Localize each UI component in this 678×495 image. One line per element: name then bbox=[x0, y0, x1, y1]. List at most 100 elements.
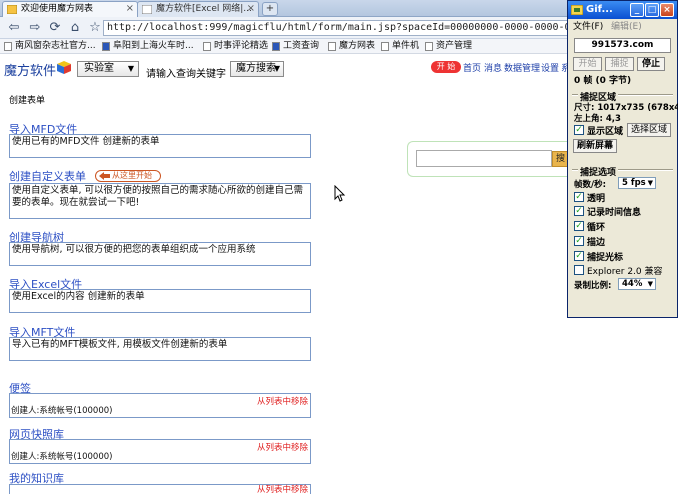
page-edge bbox=[673, 318, 678, 490]
nav-link-home[interactable]: 首页 bbox=[463, 61, 481, 74]
checkmark-icon: ✓ bbox=[574, 236, 584, 246]
remove-from-list-link[interactable]: 从列表中移除 bbox=[257, 483, 308, 495]
gif-recorder-window: Gif... _ □ × 文件(F) 编辑(E) 991573.com 开始 捕… bbox=[567, 0, 678, 318]
scale-select[interactable]: 44% ▼ bbox=[618, 278, 656, 290]
capture-cursor-checkbox[interactable]: ✓ 捕捉光标 bbox=[574, 250, 623, 263]
close-icon[interactable]: × bbox=[660, 3, 674, 17]
star-icon[interactable]: ☆ bbox=[86, 19, 104, 37]
record-time-checkbox[interactable]: ✓ 记录时间信息 bbox=[574, 205, 641, 218]
menu-file[interactable]: 文件(F) bbox=[573, 20, 603, 34]
bookmark-item[interactable]: 单件机 bbox=[381, 39, 419, 53]
bookmark-item[interactable]: 时事评论精选 bbox=[203, 39, 268, 53]
checkmark-icon: ✓ bbox=[574, 221, 584, 231]
bookmark-label: 资产管理 bbox=[436, 41, 473, 51]
option-label: 循环 bbox=[587, 223, 606, 233]
bookmark-icon bbox=[4, 42, 12, 51]
floating-search-input[interactable] bbox=[416, 150, 552, 167]
bookmark-label: 魔方网表 bbox=[339, 41, 376, 51]
show-area-checkbox[interactable]: ✓ 显示区域 bbox=[574, 124, 623, 137]
remove-from-list-link[interactable]: 从列表中移除 bbox=[257, 395, 308, 407]
show-area-label: 显示区域 bbox=[587, 127, 624, 137]
scale-value: 44% bbox=[622, 279, 643, 289]
gif-menu-bar: 文件(F) 编辑(E) bbox=[568, 20, 677, 34]
tab-welcome-label: 欢迎使用魔方网表 bbox=[21, 4, 94, 14]
capture-button[interactable]: 捕捉 bbox=[605, 57, 634, 71]
tab-welcome[interactable]: 欢迎使用魔方网表 × bbox=[2, 1, 138, 17]
bookmark-icon bbox=[328, 42, 336, 51]
chevron-down-icon: ▼ bbox=[127, 64, 134, 73]
bookmark-item[interactable]: 工资查询 bbox=[272, 39, 319, 53]
tab-magic-soft-label: 魔方软件[Excel 网络|... bbox=[156, 4, 252, 14]
option-label: 捕捉光标 bbox=[587, 253, 624, 263]
loop-checkbox[interactable]: ✓ 循环 bbox=[574, 220, 605, 233]
outline-checkbox[interactable]: ✓ 描边 bbox=[574, 235, 605, 248]
start-here-badge: 从这里开始 bbox=[95, 170, 161, 182]
explorer-compat-checkbox[interactable]: Explorer 2.0 兼容 bbox=[574, 264, 663, 277]
fps-select[interactable]: 5 fps ▼ bbox=[618, 177, 656, 189]
left-arrow-icon bbox=[99, 172, 110, 180]
start-record-button[interactable]: 开始 bbox=[573, 57, 602, 71]
magic-search-label: 魔方搜索 bbox=[236, 63, 276, 74]
minimize-icon[interactable]: _ bbox=[630, 3, 644, 17]
bookmark-label: 阜阳到上海火车时... bbox=[113, 41, 194, 51]
favorite-card: 从列表中移除 创建人:系统帐号(100000) bbox=[9, 439, 311, 464]
bookmark-label: 时事评论精选 bbox=[214, 41, 269, 51]
new-tab-button[interactable]: + bbox=[262, 2, 278, 16]
bookmark-icon bbox=[425, 42, 433, 51]
page-title: 创建表单 bbox=[9, 96, 46, 106]
nav-link-settings[interactable]: 设置 bbox=[541, 61, 559, 74]
option-label: Explorer 2.0 兼容 bbox=[587, 267, 663, 277]
checkmark-icon: ✓ bbox=[574, 206, 584, 216]
checkmark-icon: ✓ bbox=[574, 192, 584, 202]
creator-text: 创建人:系统帐号(100000) bbox=[11, 452, 113, 462]
cube-logo-icon bbox=[57, 61, 71, 74]
nav-link-messages[interactable]: 消息 bbox=[484, 61, 502, 74]
bookmark-label: 工资查询 bbox=[283, 41, 320, 51]
fps-value: 5 fps bbox=[622, 178, 646, 188]
refresh-icon[interactable]: ⟳ bbox=[46, 19, 64, 37]
close-icon[interactable]: × bbox=[247, 2, 255, 16]
capture-options-label: 捕捉选项 bbox=[578, 165, 619, 178]
back-arrow-icon[interactable]: ⇦ bbox=[5, 19, 23, 37]
bookmark-icon bbox=[381, 42, 389, 51]
menu-edit[interactable]: 编辑(E) bbox=[611, 20, 642, 34]
chevron-down-icon: ▼ bbox=[647, 179, 653, 187]
bookmark-icon bbox=[203, 42, 211, 51]
nav-link-data-management[interactable]: 数据管理 bbox=[504, 61, 540, 74]
tab-magic-soft[interactable]: 魔方软件[Excel 网络|... × bbox=[137, 1, 259, 17]
bookmark-item[interactable]: 资产管理 bbox=[425, 39, 472, 53]
start-button[interactable]: 开 始 bbox=[431, 61, 461, 73]
home-icon[interactable]: ⌂ bbox=[66, 19, 84, 37]
fps-label: 帧数/秒: bbox=[574, 180, 607, 190]
option-label: 描边 bbox=[587, 238, 606, 248]
transparent-checkbox[interactable]: ✓ 透明 bbox=[574, 191, 605, 204]
bookmark-label: 单件机 bbox=[392, 41, 420, 51]
checkmark-icon: ✓ bbox=[574, 125, 584, 135]
gif-recorder-title: Gif... bbox=[586, 4, 613, 15]
mouse-cursor-icon bbox=[334, 185, 346, 202]
lab-dropdown[interactable]: 实验室 ▼ bbox=[77, 61, 139, 77]
frame-count: 0 帧 (0 字节) bbox=[574, 76, 632, 86]
magic-search-button[interactable]: 魔方搜索 ▼ bbox=[230, 61, 284, 77]
bookmark-item[interactable]: 魔方网表 bbox=[328, 39, 375, 53]
bookmark-item[interactable]: 南风窗杂志社官方... bbox=[4, 39, 96, 53]
site-logo-text[interactable]: 魔方软件 bbox=[4, 60, 56, 79]
chevron-down-icon: ▼ bbox=[273, 64, 280, 73]
address-bar[interactable]: http://localhost:999/magicflu/html/form/… bbox=[103, 20, 573, 36]
desc-import-mft: 导入已有的MFT模板文件, 用模板文件创建新的表单 bbox=[9, 337, 311, 361]
refresh-screen-button[interactable]: 刷新屏幕 bbox=[573, 139, 617, 153]
desc-import-mfd: 使用已有的MFD文件 创建新的表单 bbox=[9, 134, 311, 158]
stop-button[interactable]: 停止 bbox=[637, 57, 665, 71]
link-create-custom-form[interactable]: 创建自定义表单 bbox=[9, 168, 86, 184]
select-area-button[interactable]: 选择区域 bbox=[627, 123, 671, 137]
remove-from-list-link[interactable]: 从列表中移除 bbox=[257, 441, 308, 453]
search-input[interactable]: 请输入查询关键字 bbox=[146, 65, 226, 80]
gif-recorder-titlebar[interactable]: Gif... _ □ × bbox=[568, 1, 677, 19]
bookmark-item[interactable]: 阜阳到上海火车时... bbox=[102, 39, 194, 53]
scale-label: 录制比例: bbox=[574, 281, 612, 291]
forward-arrow-icon[interactable]: ⇨ bbox=[26, 19, 44, 37]
close-icon[interactable]: × bbox=[126, 2, 134, 16]
maximize-icon[interactable]: □ bbox=[645, 3, 659, 17]
lab-dropdown-label: 实验室 bbox=[84, 63, 114, 74]
bookmark-label: 南风窗杂志社官方... bbox=[15, 41, 96, 51]
